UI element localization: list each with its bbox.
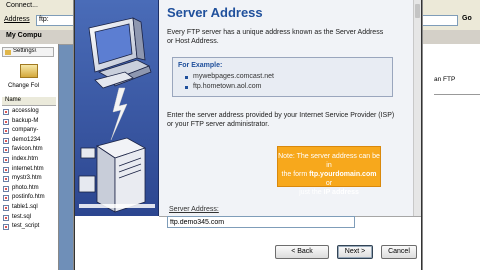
list-item[interactable]: accesslog xyxy=(2,107,56,117)
background-tabbar-right xyxy=(420,30,480,45)
note-line-1: Note: The server address can be in xyxy=(278,153,380,169)
list-item[interactable]: favicon.htm xyxy=(2,145,56,155)
ftp-wizard-dialog: Server Address Every FTP server has a un… xyxy=(74,0,422,270)
file-list: accesslog backup-M company- demo1234 fav… xyxy=(2,107,56,232)
note-callout: Note: The server address can be in the f… xyxy=(277,146,381,196)
folder-icon[interactable] xyxy=(20,64,38,78)
file-icon xyxy=(3,224,9,231)
list-item[interactable]: company- xyxy=(2,126,56,136)
background-toolbar-right xyxy=(420,0,480,12)
file-icon xyxy=(3,156,9,163)
list-item[interactable]: internet.htm xyxy=(2,165,56,175)
background-address-right: Go xyxy=(420,12,480,31)
address-label: Address xyxy=(4,16,30,23)
file-icon xyxy=(3,128,9,135)
example-item: mywebpages.comcast.net xyxy=(185,72,274,82)
list-item[interactable]: table1.sql xyxy=(2,203,56,213)
background-text: an FTP xyxy=(434,76,456,83)
scrollbar[interactable] xyxy=(413,0,421,216)
file-icon xyxy=(3,166,9,173)
file-icon xyxy=(3,109,9,115)
example-box: For Example: mywebpages.comcast.net ftp.… xyxy=(172,57,393,97)
file-icon xyxy=(3,147,9,154)
list-item[interactable]: postinfo.htm xyxy=(2,193,56,203)
address-field-right[interactable] xyxy=(420,15,458,26)
next-button[interactable]: Next > xyxy=(337,245,373,259)
server-address-label: Server Address: xyxy=(169,206,219,213)
wizard-content: Server Address Every FTP server has a un… xyxy=(159,0,421,216)
list-item[interactable]: index.htm xyxy=(2,155,56,165)
wizard-illustration xyxy=(75,0,159,216)
list-item[interactable]: photo.htm xyxy=(2,184,56,194)
divider xyxy=(434,94,480,95)
list-item[interactable]: mystr3.htm xyxy=(2,174,56,184)
instruction-text: Enter the server address provided by you… xyxy=(167,112,395,128)
file-icon xyxy=(3,176,9,183)
example-list: mywebpages.comcast.net ftp.hometown.aol.… xyxy=(185,72,274,92)
pane-path: Settings\ xyxy=(2,47,54,57)
list-item[interactable]: demo1234 xyxy=(2,136,56,146)
scrollbar-thumb[interactable] xyxy=(415,4,420,18)
example-item: ftp.hometown.aol.com xyxy=(185,82,274,92)
page-title: Server Address xyxy=(167,5,263,20)
intro-text: Every FTP server has a unique address kn… xyxy=(167,29,384,45)
file-icon xyxy=(3,137,9,144)
file-icon xyxy=(3,185,9,192)
file-icon xyxy=(3,118,9,125)
file-icon xyxy=(3,204,9,211)
go-button[interactable]: Go xyxy=(462,15,478,26)
list-item[interactable]: backup-M xyxy=(2,117,56,127)
change-folder-button[interactable]: Change Fol xyxy=(8,83,39,89)
connect-menu[interactable]: Connect... xyxy=(6,2,38,9)
local-files-pane: Settings\ Change Fol Name accesslog back… xyxy=(0,44,59,270)
name-column-header[interactable]: Name xyxy=(2,97,56,106)
file-icon xyxy=(3,214,9,221)
list-item[interactable]: test_script xyxy=(2,222,56,232)
note-line-2: the form ftp.yourdomain.com or xyxy=(281,171,377,187)
background-pane-right: an FTP xyxy=(420,44,480,270)
cancel-button[interactable]: Cancel xyxy=(381,245,417,259)
back-button[interactable]: < Back xyxy=(275,245,329,259)
example-heading: For Example: xyxy=(178,62,223,69)
note-line-3: just the IP address xyxy=(299,189,359,196)
list-item[interactable]: test.sql xyxy=(2,213,56,223)
file-icon xyxy=(3,195,9,202)
server-address-input[interactable] xyxy=(167,216,355,228)
tab-my-computer[interactable]: My Compu xyxy=(6,32,42,39)
computer-network-icon xyxy=(75,0,159,216)
